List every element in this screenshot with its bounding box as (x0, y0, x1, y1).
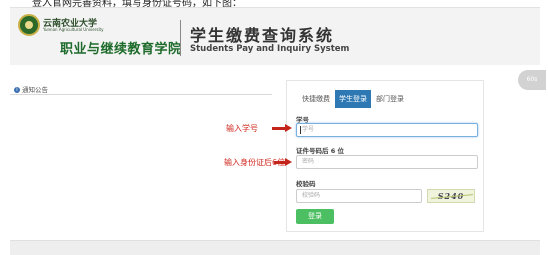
notice-divider (10, 94, 272, 95)
site-header: 云南农业大学 Yunnan Agricultural University 职业… (10, 7, 540, 65)
id-card-label: 证件号码后 6 位 (296, 147, 345, 155)
id-card-input[interactable]: 密码 (296, 155, 478, 169)
college-name: 职业与继续教育学院 (60, 42, 182, 57)
footer-bar (10, 240, 540, 255)
login-button[interactable]: 登录 (296, 209, 334, 224)
tab-department-login[interactable]: 部门登录 (373, 90, 407, 108)
side-float-button[interactable]: 60s (518, 70, 546, 90)
notice-heading[interactable]: i 通知公告 (14, 84, 48, 94)
notice-label: 通知公告 (22, 86, 48, 94)
system-title: 学生缴费查询系统 (190, 26, 335, 45)
university-name-en: Yunnan Agricultural University (43, 27, 104, 32)
info-icon: i (14, 87, 20, 93)
tab-student-login[interactable]: 学生登录 (335, 90, 371, 108)
system-title-en: Students Pay and Inquiry System (190, 44, 350, 54)
tab-quick-pay[interactable]: 快捷缴费 (297, 90, 335, 108)
university-logo-icon (18, 14, 40, 36)
captcha-image[interactable]: S240 (427, 189, 475, 203)
captcha-label: 校验码 (296, 180, 316, 188)
student-id-input[interactable]: 学号 (296, 123, 478, 137)
annotation-student-id: 输入学号 (226, 124, 258, 133)
captcha-input[interactable]: 校验码 (296, 189, 422, 203)
annotation-arrow-id-card (274, 158, 292, 166)
annotation-arrow-student-id (272, 124, 292, 132)
header-divider (180, 20, 181, 56)
login-panel: 快捷缴费 学生登录 部门登录 学号 学号 证件号码后 6 位 密码 校验码 校验… (286, 80, 484, 232)
